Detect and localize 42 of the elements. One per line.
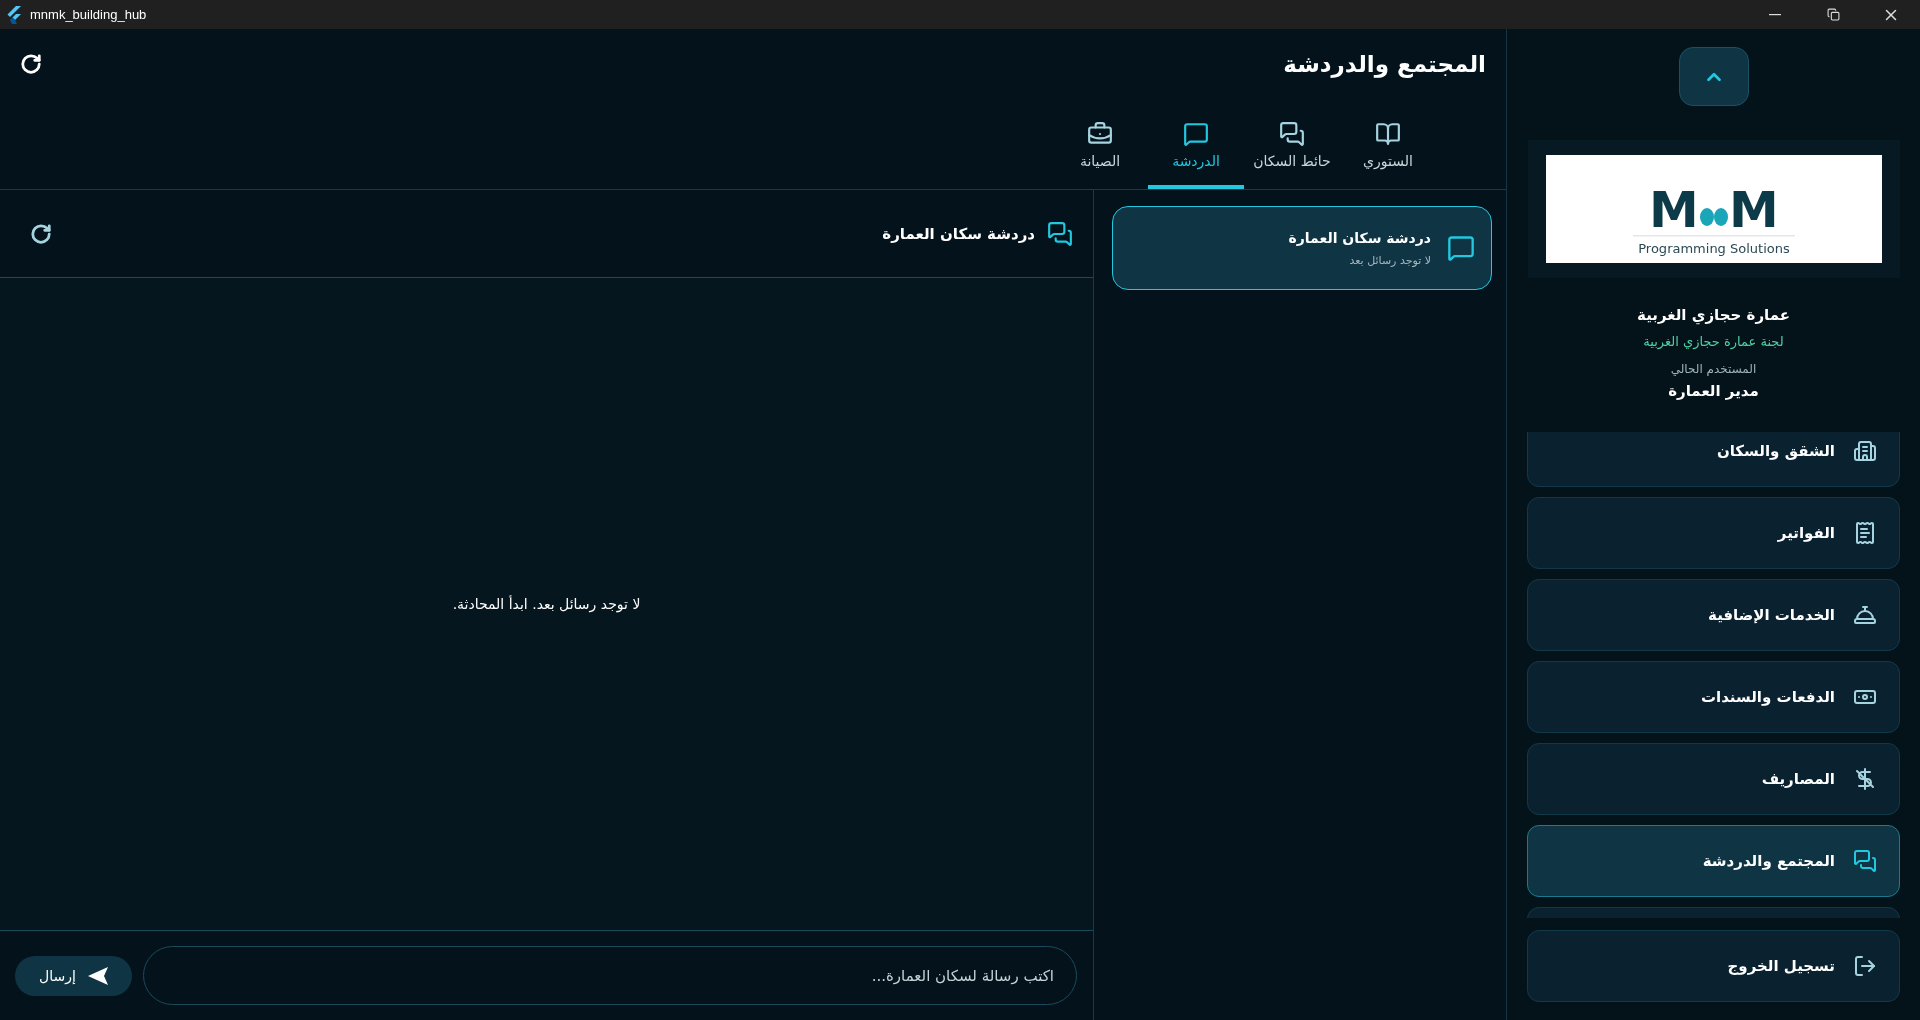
- sidebar-item[interactable]: المجتمع والدردشة: [1527, 825, 1900, 897]
- chat-bubbles-icon: [1279, 121, 1305, 147]
- refresh-button[interactable]: [30, 222, 52, 245]
- tab[interactable]: الصيانة: [1052, 105, 1148, 189]
- message-field[interactable]: اكتب رسالة لسكان العمارة...: [143, 946, 1077, 1005]
- building-icon: [1853, 439, 1877, 463]
- sidebar-item[interactable]: الفواتير: [1527, 497, 1900, 569]
- tab[interactable]: الدردشة: [1148, 105, 1244, 189]
- tab[interactable]: حائط السكان: [1244, 105, 1340, 189]
- minimize-icon: [1769, 13, 1781, 16]
- logout-icon: [1853, 954, 1877, 978]
- chat-title: دردشة سكان العمارة: [882, 224, 1035, 243]
- sidebar-item[interactable]: الشقق والسكان: [1527, 432, 1900, 487]
- chat-preview: لا توجد رسائل بعد: [1348, 253, 1431, 267]
- toolbox-icon: [1087, 121, 1113, 147]
- receipt-icon: [1853, 521, 1877, 545]
- sidebar-item[interactable]: الخدمات الإضافية: [1527, 579, 1900, 651]
- bell-icon: [1853, 603, 1877, 627]
- sidebar-item[interactable]: المصاريف: [1527, 743, 1900, 815]
- logout-button[interactable]: تسجيل الخروج: [1527, 930, 1900, 1002]
- user-label: المستخدم الحالي: [1670, 362, 1757, 376]
- tab[interactable]: الستوري: [1340, 105, 1436, 189]
- chat-bubble-icon: [1447, 234, 1475, 262]
- restore-icon: [1826, 8, 1840, 21]
- send-icon: [87, 966, 108, 985]
- empty-message: لا توجد رسائل بعد. ابدأ المحادثة.: [452, 596, 641, 612]
- sidebar-item[interactable]: الدفعات والسندات: [1527, 661, 1900, 733]
- chat-bubble-icon: [1183, 121, 1209, 147]
- committee-name: لجنة عمارة حجازي الغربية: [1643, 334, 1784, 349]
- chat-bubbles-icon: [1047, 220, 1073, 247]
- chat-bubbles-icon: [1853, 849, 1877, 873]
- app-icon: [6, 5, 22, 24]
- send-button[interactable]: إرسال: [15, 955, 132, 996]
- window-title: mnmk_building_hub: [30, 7, 148, 22]
- company-logo: M M Programming Solutions: [1545, 155, 1882, 263]
- building-name: عمارة حجازي الغربية: [1637, 306, 1790, 324]
- chat-name: دردشة سكان العمارة: [1288, 229, 1431, 246]
- page-title: المجتمع والدردشة: [1283, 51, 1486, 77]
- chat-list-item[interactable]: دردشة سكان العمارة لا توجد رسائل بعد: [1112, 206, 1492, 290]
- book-icon: [1375, 121, 1401, 147]
- dollar-slash-icon: [1853, 767, 1877, 791]
- user-role: مدير العمارة: [1668, 382, 1759, 400]
